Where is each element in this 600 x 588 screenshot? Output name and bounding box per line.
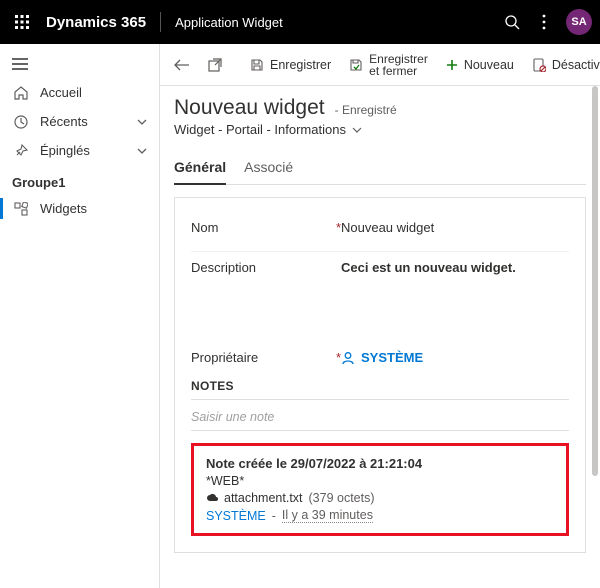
- description-field-label: Description: [191, 260, 256, 275]
- plus-icon: [446, 59, 458, 71]
- divider: [191, 399, 569, 400]
- save-close-label-1: Enregistrer: [369, 53, 428, 65]
- owner-value: SYSTÈME: [361, 350, 423, 365]
- popout-icon: [208, 58, 222, 72]
- sidebar-item-pinned[interactable]: Épinglés: [0, 136, 159, 165]
- clock-icon: [12, 115, 30, 129]
- divider: [160, 12, 161, 32]
- save-icon: [250, 58, 264, 72]
- home-icon: [12, 86, 30, 100]
- deactivate-icon: [532, 58, 546, 72]
- record-title: Nouveau widget: [174, 96, 325, 120]
- sidebar-item-widgets[interactable]: Widgets: [0, 194, 159, 223]
- save-button[interactable]: Enregistrer: [242, 54, 339, 76]
- form-tabs: Général Associé: [174, 151, 586, 185]
- chevron-down-icon: [352, 127, 362, 133]
- owner-field-label: Propriétaire: [191, 350, 258, 365]
- hamburger-icon: [12, 58, 28, 70]
- note-age: Il y a 39 minutes: [282, 508, 373, 523]
- deactivate-label: Désactiver: [552, 58, 600, 72]
- app-name-label: Application Widget: [175, 15, 283, 30]
- site-map: Accueil Récents Épinglés Groupe1 Widgets: [0, 44, 160, 588]
- save-label: Enregistrer: [270, 58, 331, 72]
- sidebar-item-label: Accueil: [40, 85, 82, 100]
- app-launcher-button[interactable]: [8, 8, 36, 36]
- notes-heading: NOTES: [191, 379, 569, 393]
- description-field[interactable]: Ceci est un nouveau widget.: [341, 260, 569, 275]
- attachment-name: attachment.txt: [224, 491, 303, 505]
- more-button[interactable]: [528, 6, 560, 38]
- brand-label: Dynamics 365: [46, 14, 146, 31]
- save-close-label-2: et fermer: [369, 65, 428, 77]
- back-button[interactable]: [166, 55, 198, 75]
- save-close-icon: [349, 58, 363, 72]
- sidebar-item-recent[interactable]: Récents: [0, 107, 159, 136]
- waffle-icon: [14, 14, 30, 30]
- back-icon: [174, 59, 190, 71]
- name-field[interactable]: Nouveau widget: [341, 220, 569, 235]
- note-author[interactable]: SYSTÈME: [206, 509, 266, 523]
- open-new-window-button[interactable]: [200, 54, 230, 76]
- sidebar-item-home[interactable]: Accueil: [0, 78, 159, 107]
- form-content: Nouveau widget - Enregistré Widget - Por…: [160, 86, 600, 588]
- chevron-down-icon: [137, 119, 147, 125]
- search-button[interactable]: [496, 6, 528, 38]
- search-icon: [504, 14, 520, 30]
- note-title: Note créée le 29/07/2022 à 21:21:04: [206, 456, 554, 471]
- widgets-icon: [12, 202, 30, 216]
- sidebar-group-label: Groupe1: [0, 165, 159, 194]
- user-avatar[interactable]: SA: [566, 9, 592, 35]
- owner-field[interactable]: SYSTÈME: [341, 350, 569, 365]
- save-and-close-button[interactable]: Enregistrer et fermer: [341, 49, 436, 81]
- tab-related[interactable]: Associé: [244, 151, 293, 184]
- sidebar-toggle[interactable]: [0, 50, 159, 78]
- command-bar: Enregistrer Enregistrer et fermer Nouvea…: [160, 44, 600, 86]
- note-separator: -: [272, 509, 276, 523]
- note-tag: *WEB*: [206, 474, 554, 488]
- form-selector[interactable]: Widget - Portail - Informations: [174, 122, 586, 137]
- form-selector-label: Widget - Portail - Informations: [174, 122, 346, 137]
- description-value: Ceci est un nouveau widget.: [341, 260, 516, 275]
- general-section: Nom * Nouveau widget Description Ceci es…: [174, 197, 586, 553]
- more-vertical-icon: [542, 14, 546, 30]
- cloud-icon: [206, 492, 218, 504]
- record-status: - Enregistré: [335, 103, 397, 117]
- sidebar-item-label: Récents: [40, 114, 88, 129]
- note-attachment[interactable]: attachment.txt (379 octets): [206, 491, 554, 505]
- note-item-highlight: Note créée le 29/07/2022 à 21:21:04 *WEB…: [191, 443, 569, 536]
- new-label: Nouveau: [464, 58, 514, 72]
- chevron-down-icon: [137, 148, 147, 154]
- note-input[interactable]: Saisir une note: [191, 408, 569, 431]
- global-nav-bar: Dynamics 365 Application Widget SA: [0, 0, 600, 44]
- pin-icon: [12, 144, 30, 158]
- new-button[interactable]: Nouveau: [438, 54, 522, 76]
- scrollbar[interactable]: [592, 86, 598, 476]
- name-field-label: Nom: [191, 220, 218, 235]
- attachment-size: (379 octets): [309, 491, 375, 505]
- sidebar-item-label: Épinglés: [40, 143, 90, 158]
- main-area: Enregistrer Enregistrer et fermer Nouvea…: [160, 44, 600, 588]
- person-icon: [341, 351, 355, 365]
- deactivate-button[interactable]: Désactiver: [524, 54, 600, 76]
- sidebar-item-label: Widgets: [40, 201, 87, 216]
- tab-general[interactable]: Général: [174, 151, 226, 185]
